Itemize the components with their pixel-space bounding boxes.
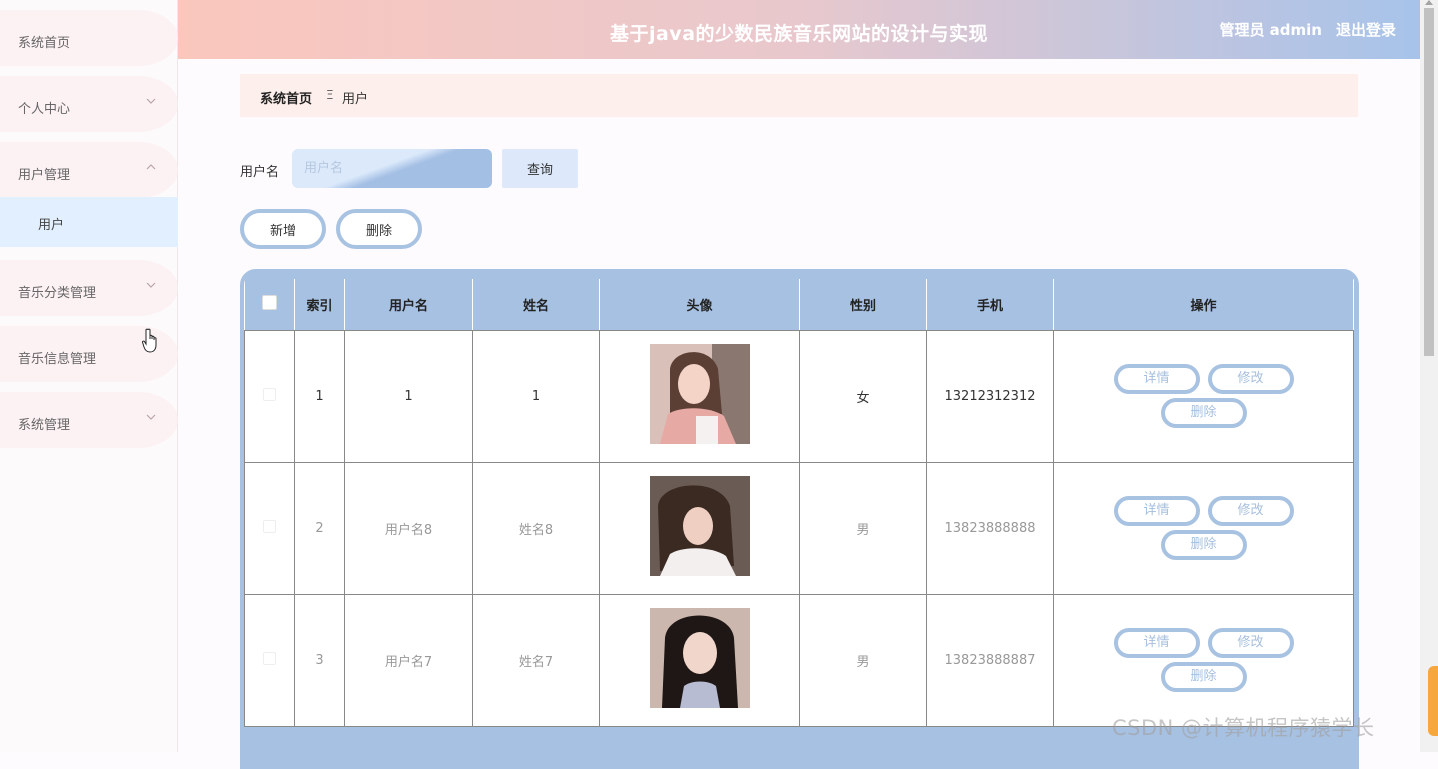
hand-cursor-icon [142,328,157,353]
cell-avatar [599,593,800,727]
column-header-actions: 操作 [1053,279,1354,331]
column-header-gender: 性别 [799,279,927,331]
watermark-text: CSDN @计算机程序猿学长 [1112,716,1375,740]
scrollbar-thumb[interactable] [1424,8,1434,356]
table-row: 1 1 1 女 13212312312 详情 修改 删除 [244,329,1354,463]
row-select-cell [244,593,295,727]
select-all-header [244,279,295,331]
cell-phone: 13823888887 [926,593,1054,727]
row-checkbox[interactable] [263,387,276,401]
row-checkbox[interactable] [263,651,276,665]
cell-actions: 详情 修改 删除 [1053,329,1354,463]
edit-button[interactable]: 修改 [1207,628,1294,658]
sidebar-item-label: 系统首页 [18,36,71,51]
avatar-image [649,608,750,708]
cell-index: 3 [294,593,345,727]
search-button[interactable]: 查询 [502,149,578,188]
cell-phone: 13823888888 [926,461,1054,595]
column-header-name: 姓名 [472,279,600,331]
vertical-scrollbar[interactable] [1420,0,1438,752]
row-delete-button[interactable]: 删除 [1160,530,1247,560]
cell-username: 用户名8 [344,461,473,595]
sidebar-subitem-label: 用户 [38,218,65,233]
cell-avatar [599,329,800,463]
top-header: 基于java的少数民族音乐网站的设计与实现 管理员 admin 退出登录 [178,0,1420,59]
add-button[interactable]: 新增 [240,209,326,249]
row-select-cell [244,329,295,463]
sidebar-item-label: 个人中心 [18,102,71,117]
chevron-up-icon [146,164,156,170]
cell-username: 用户名7 [344,593,473,727]
cell-phone: 13212312312 [926,329,1054,463]
avatar-image [649,344,750,444]
breadcrumb-home[interactable]: 系统首页 [260,88,312,107]
detail-button[interactable]: 详情 [1113,628,1200,658]
scroll-up-arrow-icon[interactable] [1425,0,1433,5]
sidebar-subitem-user[interactable]: 用户 [0,197,178,247]
logout-link[interactable]: 退出登录 [1336,19,1396,40]
chevron-down-icon [146,98,156,104]
cell-gender: 男 [799,461,927,595]
chevron-down-icon [146,414,156,420]
avatar-image [649,476,750,576]
breadcrumb-current: 用户 [342,92,369,107]
row-delete-button[interactable]: 删除 [1160,398,1247,428]
sidebar-item-system-management[interactable]: 系统管理 [0,392,178,448]
user-table-container: 索引 用户名 姓名 头像 性别 手机 操作 1 1 1 女 1321231231… [240,269,1359,769]
cell-name: 1 [472,329,600,463]
detail-button[interactable]: 详情 [1113,496,1200,526]
sidebar-item-label: 音乐分类管理 [18,286,97,301]
sidebar-item-label: 系统管理 [18,418,71,433]
cell-actions: 详情 修改 删除 [1053,593,1354,727]
cell-index: 2 [294,461,345,595]
cell-username: 1 [344,329,473,463]
edit-button[interactable]: 修改 [1207,364,1294,394]
row-delete-button[interactable]: 删除 [1160,662,1247,692]
cell-avatar [599,461,800,595]
cell-gender: 女 [799,329,927,463]
select-all-checkbox[interactable] [261,294,277,310]
cell-name: 姓名8 [472,461,600,595]
search-label: 用户名 [240,165,280,180]
delete-button[interactable]: 删除 [336,209,422,249]
sidebar: 系统首页 个人中心 用户管理 用户 音乐分类管理 音乐信息管理 系统管理 [0,0,178,752]
user-table: 索引 用户名 姓名 头像 性别 手机 操作 1 1 1 女 1321231231… [244,279,1354,727]
sidebar-item-user-management[interactable]: 用户管理 [0,142,178,198]
sidebar-item-music-category[interactable]: 音乐分类管理 [0,260,178,316]
table-row: 3 用户名7 姓名7 男 13823888887 详情 修改 删除 [244,593,1354,727]
cell-index: 1 [294,329,345,463]
column-header-username: 用户名 [344,279,473,331]
edit-button[interactable]: 修改 [1207,496,1294,526]
detail-button[interactable]: 详情 [1113,364,1200,394]
sidebar-item-home[interactable]: 系统首页 [0,10,178,66]
sidebar-item-label: 用户管理 [18,168,71,183]
sidebar-item-personal-center[interactable]: 个人中心 [0,76,178,132]
cell-actions: 详情 修改 删除 [1053,461,1354,595]
column-header-phone: 手机 [926,279,1054,331]
row-checkbox[interactable] [263,519,276,533]
column-header-avatar: 头像 [599,279,800,331]
breadcrumb-separator-icon: Ξ [326,88,334,102]
row-select-cell [244,461,295,595]
floating-side-tab[interactable] [1428,666,1438,736]
table-header-row: 索引 用户名 姓名 头像 性别 手机 操作 [244,279,1354,331]
chevron-down-icon [146,282,156,288]
table-row: 2 用户名8 姓名8 男 13823888888 详情 修改 删除 [244,461,1354,595]
cell-name: 姓名7 [472,593,600,727]
admin-label: 管理员 admin [1219,21,1322,39]
cell-gender: 男 [799,593,927,727]
column-header-index: 索引 [294,279,345,331]
username-search-input[interactable] [292,149,492,188]
sidebar-item-label: 音乐信息管理 [18,352,97,367]
breadcrumb: 系统首页 Ξ 用户 [240,74,1358,117]
